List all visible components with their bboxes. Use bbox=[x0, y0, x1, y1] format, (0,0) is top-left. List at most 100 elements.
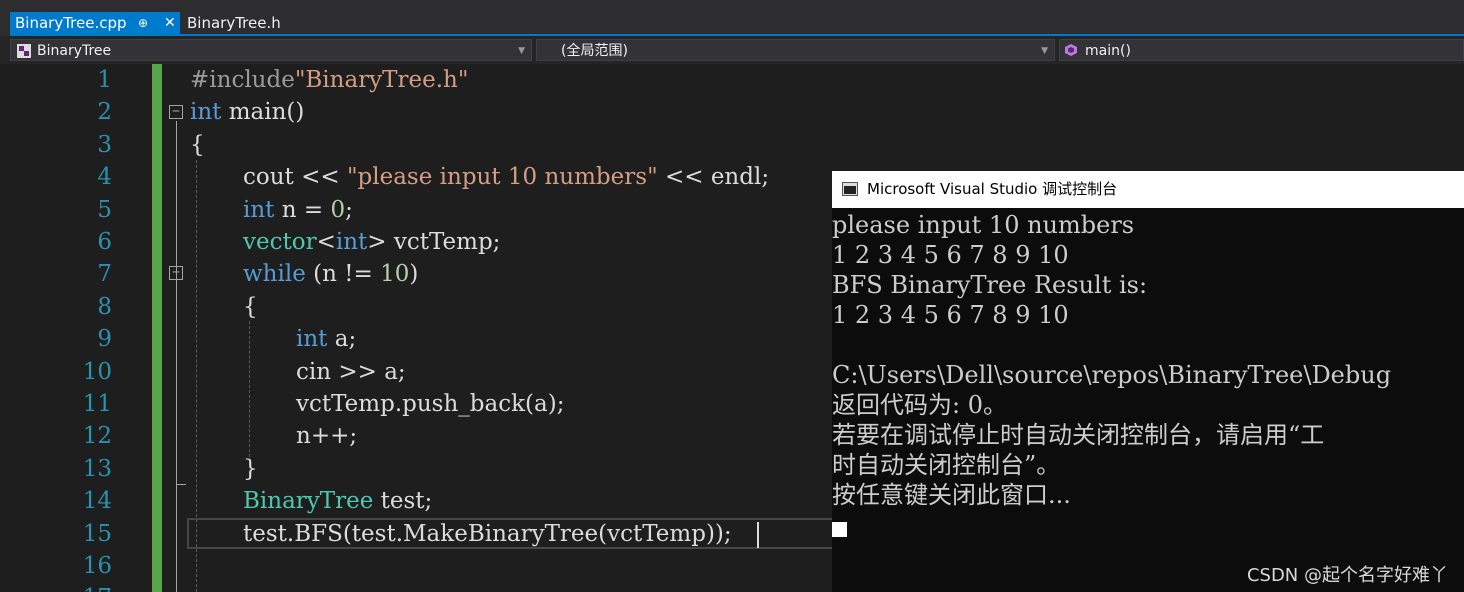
line-number: 5 bbox=[97, 196, 112, 223]
code-token: int bbox=[296, 326, 328, 353]
line-number: 6 bbox=[97, 229, 112, 255]
tab-label: BinaryTree.cpp bbox=[15, 14, 127, 32]
code-line[interactable]: test.BFS(test.MakeBinaryTree(vctTemp)); bbox=[243, 518, 732, 550]
watermark: CSDN @起个名字好难丫 bbox=[1246, 565, 1448, 586]
console-line: 若要在调试停止时自动关闭控制台，请启用“工 bbox=[832, 421, 1325, 449]
navigation-bar: BinaryTree ▼ (全局范围) ▼ main() bbox=[0, 36, 1464, 64]
code-token: int bbox=[190, 99, 222, 126]
change-tracking-bar bbox=[152, 64, 162, 592]
code-token: n++; bbox=[296, 423, 358, 450]
tab-binarytree-h[interactable]: BinaryTree.h bbox=[187, 12, 281, 34]
console-line: BFS BinaryTree Result is: bbox=[832, 271, 1148, 299]
code-line[interactable]: #include"BinaryTree.h" bbox=[190, 64, 468, 96]
pin-icon[interactable]: ⊕ bbox=[138, 12, 148, 34]
project-icon bbox=[17, 44, 31, 58]
project-dropdown[interactable]: BinaryTree ▼ bbox=[10, 39, 532, 61]
document-tab-bar: BinaryTree.cpp ⊕ ✕ BinaryTree.h bbox=[0, 0, 1464, 36]
line-number: 8 bbox=[97, 293, 112, 320]
code-token: int bbox=[335, 229, 368, 255]
code-token: a; bbox=[327, 326, 357, 353]
code-line[interactable]: int a; bbox=[296, 323, 356, 355]
code-line[interactable]: cout << "please input 10 numbers" << end… bbox=[243, 161, 769, 193]
line-number: 12 bbox=[82, 423, 112, 450]
code-token: cin >> a; bbox=[296, 358, 406, 385]
code-token: 10 bbox=[380, 261, 410, 288]
console-line: 1 2 3 4 5 6 7 8 9 10 bbox=[832, 301, 1069, 329]
member-dropdown[interactable]: main() bbox=[1059, 39, 1464, 61]
code-line[interactable]: vctTemp.push_back(a); bbox=[296, 388, 564, 420]
debug-console-window[interactable]: Microsoft Visual Studio 调试控制台 please inp… bbox=[832, 171, 1464, 592]
chevron-down-icon[interactable]: ▼ bbox=[1041, 40, 1048, 62]
code-token: #include bbox=[190, 67, 295, 93]
code-token: 0 bbox=[330, 196, 346, 223]
indent-guide bbox=[249, 321, 250, 457]
line-number: 7 bbox=[97, 261, 112, 288]
outline-line bbox=[176, 281, 177, 468]
code-token: cout << bbox=[243, 164, 347, 191]
console-titlebar[interactable]: Microsoft Visual Studio 调试控制台 bbox=[832, 171, 1464, 208]
console-line: C:\Users\Dell\source\repos\BinaryTree\De… bbox=[832, 361, 1392, 389]
console-line: 返回代码为: 0。 bbox=[832, 391, 1007, 419]
close-icon[interactable]: ✕ bbox=[164, 12, 176, 34]
console-line: 按任意键关闭此窗口... bbox=[832, 481, 1071, 509]
code-token: { bbox=[190, 131, 205, 158]
code-token: "please input 10 numbers" bbox=[346, 164, 658, 191]
line-number: 2 bbox=[97, 99, 112, 126]
console-line: 时自动关闭控制台”。 bbox=[832, 451, 1061, 479]
code-token: BinaryTree bbox=[243, 488, 374, 515]
method-icon bbox=[1065, 44, 1077, 56]
code-token: while bbox=[243, 261, 306, 288]
line-number: 16 bbox=[82, 553, 112, 579]
console-app-icon bbox=[842, 182, 858, 196]
line-number: 4 bbox=[97, 164, 112, 191]
tab-label: BinaryTree.h bbox=[187, 14, 281, 32]
console-line: 1 2 3 4 5 6 7 8 9 10 bbox=[832, 241, 1069, 269]
line-number: 9 bbox=[97, 326, 112, 353]
text-caret bbox=[757, 522, 759, 548]
code-line[interactable]: int main() bbox=[190, 96, 304, 128]
code-token: vector bbox=[243, 229, 317, 255]
code-token: > vctTemp; bbox=[367, 229, 501, 255]
line-number: 10 bbox=[82, 358, 112, 385]
code-token: n = bbox=[274, 196, 331, 223]
scope-dropdown[interactable]: (全局范围) ▼ bbox=[536, 39, 1055, 61]
code-token: < bbox=[316, 229, 336, 255]
code-line[interactable]: { bbox=[190, 129, 205, 161]
outline-end bbox=[176, 484, 186, 485]
code-line[interactable]: } bbox=[243, 453, 258, 485]
code-token: "BinaryTree.h" bbox=[294, 67, 469, 93]
code-token: (n != bbox=[305, 261, 381, 288]
project-label: BinaryTree bbox=[37, 43, 112, 59]
console-title: Microsoft Visual Studio 调试控制台 bbox=[867, 180, 1118, 198]
code-token: } bbox=[243, 455, 258, 482]
collapse-main-icon[interactable]: − bbox=[169, 105, 183, 119]
line-number: 15 bbox=[82, 520, 112, 547]
line-number: 11 bbox=[82, 391, 112, 417]
code-line[interactable]: { bbox=[243, 291, 258, 323]
code-token: int bbox=[243, 196, 275, 223]
member-label: main() bbox=[1085, 43, 1131, 59]
code-token: test.BFS(test.MakeBinaryTree(vctTemp)); bbox=[243, 520, 732, 547]
code-token: << endl; bbox=[657, 164, 770, 191]
tab-binarytree-cpp[interactable]: BinaryTree.cpp ⊕ ✕ bbox=[10, 12, 180, 34]
line-number: 17 bbox=[0, 582, 112, 592]
code-line[interactable]: cin >> a; bbox=[296, 356, 406, 388]
code-token: { bbox=[243, 293, 258, 320]
chevron-down-icon[interactable]: ▼ bbox=[518, 40, 525, 62]
console-cursor bbox=[832, 522, 847, 537]
line-number: 3 bbox=[97, 131, 112, 158]
code-line[interactable]: vector<int> vctTemp; bbox=[243, 226, 500, 258]
line-number: 13 bbox=[82, 455, 112, 482]
code-token: main() bbox=[221, 99, 305, 126]
scope-label: (全局范围) bbox=[561, 43, 628, 59]
collapse-while-icon[interactable]: − bbox=[169, 266, 183, 280]
code-token: vctTemp.push_back(a); bbox=[296, 391, 565, 417]
code-line[interactable]: n++; bbox=[296, 420, 357, 452]
code-line[interactable]: int n = 0; bbox=[243, 194, 353, 226]
code-line[interactable]: while (n != 10) bbox=[243, 258, 418, 290]
code-line[interactable]: BinaryTree test; bbox=[243, 485, 432, 517]
line-number: 14 bbox=[82, 488, 112, 515]
code-token: ) bbox=[409, 261, 419, 288]
line-number: 1 bbox=[97, 67, 112, 93]
code-token: test; bbox=[373, 488, 433, 515]
